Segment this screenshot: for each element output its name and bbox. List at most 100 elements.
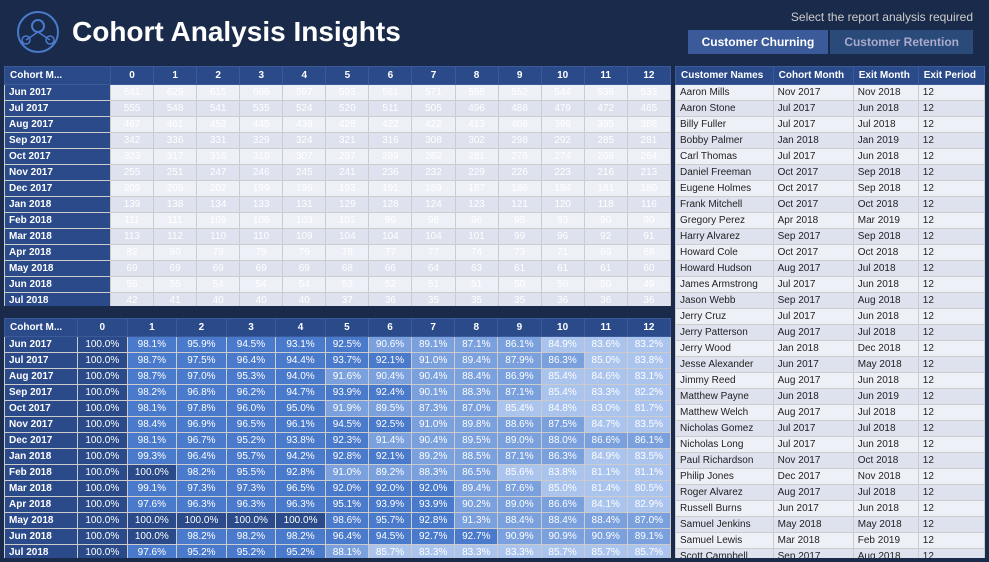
pct-cell: 96.3%	[177, 497, 227, 513]
customer-cell: Scott Campbell	[676, 549, 774, 559]
count-cell: 324	[283, 133, 326, 149]
pct-cell: 100.0%	[78, 385, 128, 401]
pct-cell: 95.3%	[226, 369, 276, 385]
pct-cell: 91.0%	[325, 465, 368, 481]
pct-cell: 96.3%	[226, 497, 276, 513]
table-row: Oct 201732331731631030729728928228127627…	[5, 149, 671, 165]
pct-cell: 100.0%	[78, 529, 128, 545]
table-row: Sep 201734233633132932432131630830229829…	[5, 133, 671, 149]
customer-cell: Nov 2018	[853, 85, 918, 101]
customer-cell: 12	[918, 485, 984, 501]
count-cell: 505	[412, 101, 455, 117]
right-panel-scroll[interactable]: Customer NamesCohort MonthExit MonthExit…	[675, 66, 985, 558]
pct-cell: 96.1%	[276, 417, 326, 433]
count-cell: 90	[584, 213, 627, 229]
table-row: Jul 2017100.0%98.7%97.5%96.4%94.4%93.7%9…	[5, 353, 671, 369]
churning-button[interactable]: Customer Churning	[688, 30, 829, 54]
count-cell: 406	[498, 117, 541, 133]
count-cell: 131	[283, 197, 326, 213]
pct-col-header-6: 6	[368, 319, 411, 337]
logo-icon	[16, 10, 60, 54]
pct-cell: 96.7%	[177, 433, 227, 449]
count-cell: 615	[197, 85, 240, 101]
customer-cell: Aaron Stone	[676, 101, 774, 117]
count-cell: 109	[283, 229, 326, 245]
pct-col-header-0: 0	[78, 319, 128, 337]
col-header-0: 0	[111, 67, 154, 85]
col-header-3: 3	[240, 67, 283, 85]
count-cell: 236	[369, 165, 412, 181]
count-cell: 488	[498, 101, 541, 117]
count-table-wrapper[interactable]: Cohort M...0123456789101112Jun 201764162…	[4, 66, 671, 306]
count-cell: 68	[326, 261, 369, 277]
count-cell: 68	[627, 245, 670, 261]
customer-cell: Carl Thomas	[676, 149, 774, 165]
pct-cell: 89.1%	[627, 529, 670, 545]
pct-cell: 91.3%	[455, 513, 498, 529]
pct-cell: 84.9%	[541, 337, 584, 353]
list-item: Roger AlvarezAug 2017Jul 201812	[676, 485, 985, 501]
pct-cell: 85.7%	[541, 545, 584, 559]
pct-cell: 100.0%	[78, 545, 128, 559]
count-cell: 524	[283, 101, 326, 117]
customer-col-header: Customer Names	[676, 67, 774, 85]
pct-cell: 94.5%	[325, 417, 368, 433]
table-row: Apr 201882807979797877777473716968	[5, 245, 671, 261]
col-header-10: 10	[541, 67, 584, 85]
count-cell: 51	[455, 277, 498, 293]
count-cell: 35	[498, 293, 541, 307]
pct-cell: 85.7%	[584, 545, 627, 559]
list-item: Carl ThomasJul 2017Jun 201812	[676, 149, 985, 165]
pct-cell: 93.9%	[368, 497, 411, 513]
count-cell: 42	[111, 293, 154, 307]
pct-cell: 89.4%	[455, 481, 498, 497]
list-item: Frank MitchellOct 2017Oct 201812	[676, 197, 985, 213]
list-item: Billy FullerJul 2017Jul 201812	[676, 117, 985, 133]
pct-cell: 97.8%	[177, 401, 227, 417]
count-cell: 199	[240, 181, 283, 197]
customer-cell: May 2018	[773, 517, 853, 533]
count-cell: 110	[240, 229, 283, 245]
count-cell: 316	[197, 149, 240, 165]
customer-cell: Jun 2018	[853, 437, 918, 453]
pct-cell: 92.4%	[368, 385, 411, 401]
table-row: Aug 201746746145344543942842242241340639…	[5, 117, 671, 133]
pct-cell: 85.6%	[498, 465, 541, 481]
count-cell: 292	[541, 133, 584, 149]
customer-cell: Jul 2018	[853, 405, 918, 421]
count-cell: 189	[412, 181, 455, 197]
customer-cell: Howard Hudson	[676, 261, 774, 277]
pct-cell: 83.5%	[627, 417, 670, 433]
table-row: Jul 201842414040403736353535363636	[5, 293, 671, 307]
pct-cell: 83.0%	[584, 401, 627, 417]
count-cell: 533	[627, 85, 670, 101]
cohort-label: Jul 2017	[5, 101, 111, 117]
pct-cell: 90.4%	[412, 433, 455, 449]
count-cell: 109	[197, 213, 240, 229]
pct-table: Cohort M...0123456789101112Jun 2017100.0…	[4, 318, 671, 558]
pct-cell: 89.5%	[368, 401, 411, 417]
count-cell: 247	[197, 165, 240, 181]
count-cell: 53	[326, 277, 369, 293]
customer-cell: Jun 2017	[773, 357, 853, 373]
customer-cell: 12	[918, 533, 984, 549]
pct-cell: 84.8%	[541, 401, 584, 417]
retention-button[interactable]: Customer Retention	[830, 30, 973, 54]
customer-cell: Nicholas Long	[676, 437, 774, 453]
customer-cell: Harry Alvarez	[676, 229, 774, 245]
right-panel: Customer NamesCohort MonthExit MonthExit…	[675, 66, 985, 558]
pct-col-header-5: 5	[325, 319, 368, 337]
count-cell: 69	[197, 261, 240, 277]
pct-cell: 96.5%	[276, 481, 326, 497]
pct-col-header-9: 9	[498, 319, 541, 337]
count-cell: 216	[584, 165, 627, 181]
pct-table-wrapper[interactable]: Cohort M...0123456789101112Jun 2017100.0…	[4, 318, 671, 558]
count-cell: 51	[412, 277, 455, 293]
pct-table-container: Cohort M...0123456789101112Jun 2017100.0…	[4, 318, 671, 558]
pct-cell: 92.7%	[455, 529, 498, 545]
pct-cell: 89.0%	[498, 497, 541, 513]
list-item: Paul RichardsonNov 2017Oct 201812	[676, 453, 985, 469]
table-row: Jan 2018100.0%99.3%96.4%95.7%94.2%92.8%9…	[5, 449, 671, 465]
count-cell: 111	[154, 213, 197, 229]
customer-cell: Mar 2018	[773, 533, 853, 549]
